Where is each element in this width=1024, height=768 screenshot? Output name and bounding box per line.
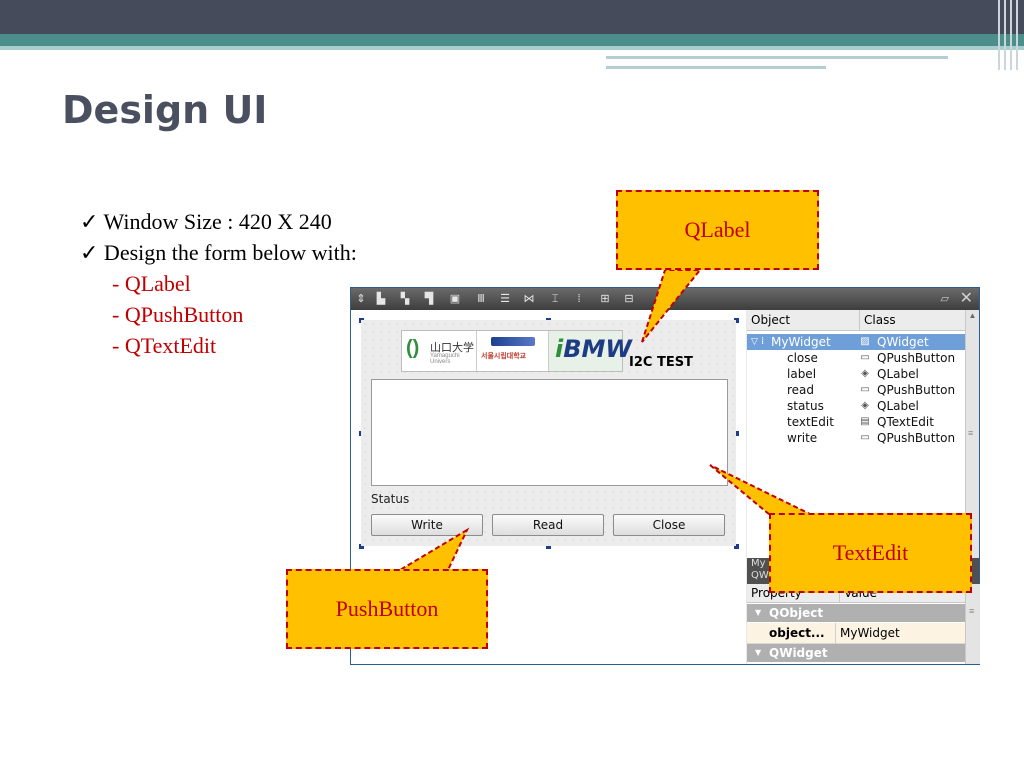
grid-layout-icon: ⁞ <box>761 336 765 347</box>
edit-widgets-icon[interactable]: ▣ <box>449 293 461 305</box>
layout-form-icon[interactable]: ⁞ <box>573 293 585 305</box>
class-name: QLabel <box>877 367 919 381</box>
yamaguchi-logo: () 山口大学 Yamaguchi Univers <box>402 331 477 371</box>
tree-row-textedit[interactable]: textEdit ▤ QTextEdit <box>747 414 965 430</box>
subitem-qlabel: - QLabel <box>112 271 191 296</box>
tree-row-read[interactable]: read ▭ QPushButton <box>747 382 965 398</box>
class-name: QLabel <box>877 399 919 413</box>
tree-row-label[interactable]: label ◈ QLabel <box>747 366 965 382</box>
read-button[interactable]: Read <box>492 514 604 536</box>
object-inspector-header: Object Class <box>747 310 965 331</box>
property-name: object... <box>769 626 825 640</box>
column-class[interactable]: Class <box>859 310 896 330</box>
slide-deco-stripes <box>994 0 1024 70</box>
tree-row-status[interactable]: status ◈ QLabel <box>747 398 965 414</box>
ibmw-i: i <box>555 335 564 363</box>
subitem-qtextedit: - QTextEdit <box>112 333 217 358</box>
group-qobject[interactable]: ▼ QObject <box>747 604 965 622</box>
yamaguchi-mark-icon: () <box>406 337 420 359</box>
close-icon[interactable]: ✕ <box>960 291 973 307</box>
title-label: I2C TEST <box>629 355 693 370</box>
object-name: close <box>787 351 818 365</box>
scroll-up-icon[interactable]: ▲ <box>967 311 978 322</box>
slide-accent-band <box>0 34 1024 46</box>
object-name: MyWidget <box>771 335 831 349</box>
toolbar-handle-icon[interactable]: ⇕ <box>355 293 367 305</box>
class-name: QPushButton <box>877 351 956 365</box>
pushbutton-class-icon: ▭ <box>860 384 870 395</box>
group-title: QWidget <box>769 646 828 660</box>
status-label: Status <box>371 492 410 506</box>
yamaguchi-name-en: Yamaguchi Univers <box>430 353 460 365</box>
logo-banner: () 山口大学 Yamaguchi Univers 서울시립대학교 iBMW <box>401 330 632 372</box>
column-object[interactable]: Object <box>751 310 790 330</box>
my-widget-form[interactable]: () 山口大学 Yamaguchi Univers 서울시립대학교 iBMW I… <box>361 320 736 546</box>
object-name: status <box>787 399 824 413</box>
class-name: QPushButton <box>877 431 956 445</box>
designer-toolbar: ⇕ ▙ ▚ ▜ ▣ Ⅲ ☰ ⋈ ⌶ ⁞ ⊞ ⊟ ▱ ✕ <box>351 288 979 310</box>
group-qwidget[interactable]: ▼ QWidget <box>747 644 965 662</box>
property-value[interactable]: MyWidget <box>835 623 900 643</box>
ibmw-text: BMW <box>563 335 632 363</box>
property-editor: Property Value ▼ QObject object... MyWid… <box>747 584 965 664</box>
seoul-swoosh-icon <box>491 337 535 346</box>
expand-arrow-icon[interactable]: ▽ <box>751 334 758 350</box>
pushbutton-class-icon: ▭ <box>860 352 870 363</box>
class-name: QTextEdit <box>877 415 934 429</box>
slide-accent-band-light <box>0 46 1024 50</box>
edit-signals-icon[interactable]: ▙ <box>375 293 387 305</box>
collapse-arrow-icon[interactable]: ▼ <box>755 604 761 622</box>
object-name: write <box>787 431 818 445</box>
callout-textedit: TextEdit <box>769 513 972 593</box>
scroll-grip-icon[interactable]: ≡ <box>969 606 974 616</box>
bullet-window-size: ✓ Window Size : 420 X 240 <box>80 209 332 234</box>
class-name: QWidget <box>877 335 929 349</box>
layout-vertical-icon[interactable]: ☰ <box>499 293 511 305</box>
layout-horizontal-icon[interactable]: Ⅲ <box>475 293 487 305</box>
property-row-objectname[interactable]: object... MyWidget <box>747 623 965 644</box>
tree-row-close[interactable]: close ▭ QPushButton <box>747 350 965 366</box>
text-edit[interactable] <box>371 379 728 486</box>
layout-splitter-h-icon[interactable]: ⋈ <box>523 293 535 305</box>
layout-grid-icon[interactable]: ⊞ <box>599 293 611 305</box>
callout-qlabel: QLabel <box>616 190 819 270</box>
edit-buddies-icon[interactable]: ▚ <box>399 293 411 305</box>
edit-tab-order-icon[interactable]: ▜ <box>423 293 435 305</box>
collapse-arrow-icon[interactable]: ▼ <box>755 644 761 662</box>
undock-icon[interactable]: ▱ <box>941 292 949 305</box>
layout-splitter-v-icon[interactable]: ⌶ <box>549 293 561 305</box>
slide-deco-line <box>606 56 948 59</box>
object-name: read <box>787 383 815 397</box>
write-button[interactable]: Write <box>371 514 483 536</box>
widget-class-icon: ▨ <box>860 336 870 347</box>
bullet-design-form: ✓ Design the form below with: <box>80 240 357 265</box>
property-scrollbar[interactable]: ≡ <box>965 584 980 664</box>
scroll-grip-icon[interactable]: ≡ <box>968 428 973 438</box>
tree-row-mywidget[interactable]: ▽ ⁞ MyWidget ▨ QWidget <box>747 334 965 350</box>
textedit-class-icon: ▤ <box>860 416 870 427</box>
tree-row-write[interactable]: write ▭ QPushButton <box>747 430 965 446</box>
bullet-list: ✓ Window Size : 420 X 240 ✓ Design the f… <box>80 206 357 361</box>
group-title: QObject <box>769 606 824 620</box>
ibmw-logo: iBMW <box>549 331 632 371</box>
ibmw-wordmark: iBMW <box>555 335 632 363</box>
slide-title: Design UI <box>62 88 268 132</box>
class-name: QPushButton <box>877 383 956 397</box>
pushbutton-class-icon: ▭ <box>860 432 870 443</box>
callout-pushbutton: PushButton <box>286 569 488 649</box>
subitem-qpushbutton: - QPushButton <box>112 302 244 327</box>
seoul-logo: 서울시립대학교 <box>477 331 549 371</box>
close-button[interactable]: Close <box>613 514 725 536</box>
object-name: label <box>787 367 817 381</box>
seoul-name: 서울시립대학교 <box>481 353 527 360</box>
object-name: textEdit <box>787 415 834 429</box>
label-class-icon: ◈ <box>861 400 869 411</box>
label-class-icon: ◈ <box>861 368 869 379</box>
break-layout-icon[interactable]: ⊟ <box>623 293 635 305</box>
slide-deco-line <box>606 66 826 69</box>
slide-top-bar <box>0 0 1024 34</box>
